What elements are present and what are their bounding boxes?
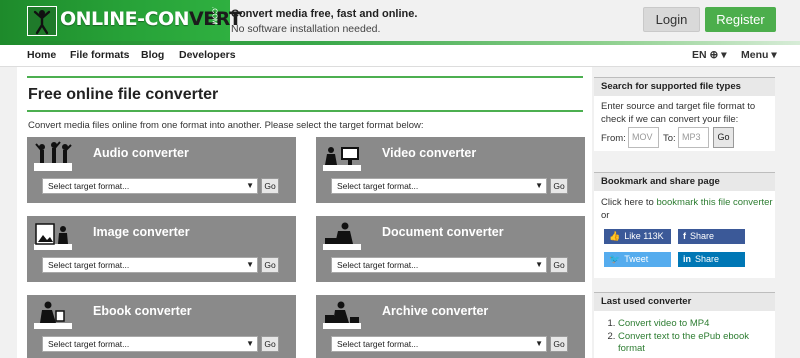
tagline-title: Convert media free, fast and online. (231, 8, 418, 20)
bookmark-box-heading: Bookmark and share page (594, 172, 775, 191)
to-format-input[interactable]: MP3 (678, 127, 709, 148)
from-format-input[interactable]: MOV (628, 127, 659, 148)
audio-go-button[interactable]: Go (261, 178, 279, 194)
audio-format-select[interactable]: Select target format... ▼ (42, 178, 258, 194)
register-button[interactable]: Register (705, 7, 776, 32)
archive-format-select[interactable]: Select target format... ▼ (331, 336, 547, 352)
bookmark-share-box: Bookmark and share page Click here to bo… (594, 172, 775, 278)
converter-title: Document converter (382, 225, 504, 239)
dropdown-caret-icon: ▼ (246, 339, 254, 348)
top-header: ONLINE-CONVERT .COM Convert media free, … (0, 0, 800, 41)
last-used-converter-box: Last used converter Convert video to MP4… (594, 292, 775, 358)
document-format-select[interactable]: Select target format... ▼ (331, 257, 547, 273)
ebook-icon (34, 299, 72, 329)
document-converter-card: Document converter Select target format.… (316, 216, 585, 282)
search-box-heading: Search for supported file types (594, 77, 775, 96)
converter-title: Image converter (93, 225, 190, 239)
nav-home[interactable]: Home (27, 49, 56, 61)
dropdown-caret-icon: ▼ (246, 181, 254, 190)
main-nav: Home File formats Blog Developers EN ⊕ ▾… (0, 45, 800, 67)
archive-go-button[interactable]: Go (550, 336, 568, 352)
linkedin-icon: in (683, 254, 691, 264)
search-go-button[interactable]: Go (713, 127, 734, 148)
dropdown-caret-icon: ▼ (535, 339, 543, 348)
dropdown-caret-icon: ▼ (535, 181, 543, 190)
image-icon (34, 220, 72, 250)
archive-converter-card: Archive converter Select target format..… (316, 295, 585, 358)
archive-icon (323, 299, 361, 329)
video-icon (323, 141, 361, 171)
facebook-like-button[interactable]: 👍 Like 113K (604, 229, 671, 244)
tagline: Convert media free, fast and online. No … (231, 8, 417, 35)
ebook-converter-card: Ebook converter Select target format... ▼… (27, 295, 296, 358)
language-selector[interactable]: EN ⊕ ▾ (692, 49, 727, 61)
document-go-button[interactable]: Go (550, 257, 568, 273)
page-title: Free online file converter (28, 86, 219, 103)
logo-figure-icon (27, 6, 57, 36)
title-rule-top (27, 76, 583, 78)
dropdown-caret-icon: ▼ (246, 260, 254, 269)
image-converter-card: Image converter Select target format... ▼… (27, 216, 296, 282)
video-format-select[interactable]: Select target format... ▼ (331, 178, 547, 194)
list-item[interactable]: Convert text to the ePub ebookformat (618, 331, 768, 355)
linkedin-share-button[interactable]: in Share (678, 252, 745, 267)
ebook-go-button[interactable]: Go (261, 336, 279, 352)
menu-dropdown[interactable]: Menu ▾ (741, 49, 777, 61)
image-go-button[interactable]: Go (261, 257, 279, 273)
converter-title: Ebook converter (93, 304, 192, 318)
document-icon (323, 220, 361, 250)
search-file-types-box: Search for supported file types Enter so… (594, 77, 775, 151)
twitter-bird-icon: 🐦 (609, 254, 621, 264)
converter-title: Archive converter (382, 304, 489, 318)
login-button[interactable]: Login (643, 7, 700, 32)
recent-box-heading: Last used converter (594, 292, 775, 311)
facebook-share-button[interactable]: f Share (678, 229, 745, 244)
search-box-text: Enter source and target file format to c… (601, 101, 756, 125)
nav-blog[interactable]: Blog (141, 49, 164, 61)
thumbs-up-icon: 👍 (609, 231, 621, 241)
intro-text: Convert media files online from one form… (28, 120, 424, 131)
nav-developers[interactable]: Developers (179, 49, 236, 61)
bookmark-link[interactable]: bookmark this file converter (656, 197, 772, 208)
title-rule-bottom (27, 110, 583, 112)
twitter-tweet-button[interactable]: 🐦 Tweet (604, 252, 671, 267)
list-item[interactable]: Convert video to MP4 (618, 318, 768, 330)
site-logo[interactable]: ONLINE-CONVERT .COM (27, 6, 242, 36)
recent-converter-list: Convert video to MP4 Convert text to the… (618, 318, 768, 356)
bookmark-text: Click here to bookmark this file convert… (601, 197, 773, 221)
ebook-format-select[interactable]: Select target format... ▼ (42, 336, 258, 352)
main-panel: Free online file converter Convert media… (17, 67, 592, 358)
converter-title: Video converter (382, 146, 477, 160)
image-format-select[interactable]: Select target format... ▼ (42, 257, 258, 273)
tagline-subtitle: No software installation needed. (231, 23, 381, 35)
dropdown-caret-icon: ▼ (535, 260, 543, 269)
facebook-icon: f (683, 231, 686, 241)
nav-file-formats[interactable]: File formats (70, 49, 130, 61)
to-label: To: (663, 133, 676, 144)
audio-icon (34, 141, 72, 171)
audio-converter-card: Audio converter Select target format... ▼… (27, 137, 296, 203)
video-go-button[interactable]: Go (550, 178, 568, 194)
logo-suffix: .COM (210, 6, 218, 25)
converter-title: Audio converter (93, 146, 189, 160)
video-converter-card: Video converter Select target format... ▼… (316, 137, 585, 203)
from-label: From: (601, 133, 626, 144)
